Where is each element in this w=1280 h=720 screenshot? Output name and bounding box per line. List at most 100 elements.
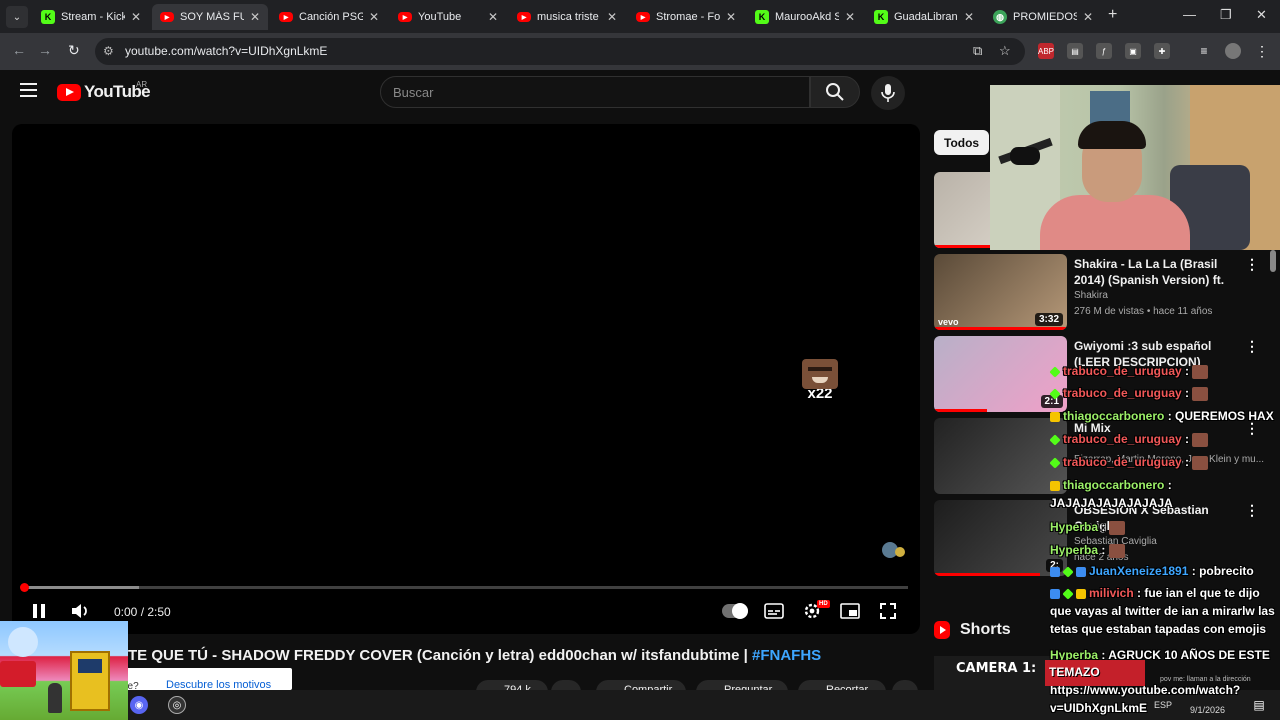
time-display: 0:00 / 2:50 <box>114 605 171 619</box>
tab-title: SOY MÁS FUE <box>180 11 244 23</box>
browser-tab[interactable]: ▶ Stromae - For ✕ <box>628 4 744 30</box>
chat-badge-icon <box>1050 480 1060 491</box>
chat-emote-icon <box>1192 455 1209 470</box>
tab-close-icon[interactable]: ✕ <box>1083 10 1093 24</box>
webcam-person-hair <box>1078 121 1146 149</box>
chat-badge-icon <box>1050 588 1060 599</box>
tab-close-icon[interactable]: ✕ <box>607 10 617 24</box>
reload-icon[interactable]: ↻ <box>68 42 80 59</box>
chat-badge-icon <box>1049 366 1061 378</box>
chat-text: https://www.youtube.com/watch?v=UIDhXgnL… <box>1050 683 1241 715</box>
chat-badge-icon <box>1062 588 1074 600</box>
chat-emote-icon <box>1192 432 1209 447</box>
close-window-button[interactable]: ✕ <box>1256 7 1267 23</box>
youtube-logo[interactable]: YouTube AR <box>57 80 151 102</box>
chat-message: trabuco_de_uruguay : <box>1049 384 1280 402</box>
extension-icon[interactable]: ƒ <box>1096 43 1112 59</box>
tab-title: Stromae - For <box>656 11 720 23</box>
browser-tab[interactable]: K Stream - Kick ✕ <box>33 4 149 30</box>
tab-close-icon[interactable]: ✕ <box>131 10 141 24</box>
recommendation-thumbnail[interactable]: 2: <box>934 500 1067 576</box>
kick-favicon-icon: K <box>755 10 769 24</box>
tab-close-icon[interactable]: ✕ <box>964 10 974 24</box>
subtitles-button[interactable] <box>764 602 784 620</box>
kick-favicon-icon: K <box>41 10 55 24</box>
bookmark-star-icon[interactable]: ☆ <box>999 43 1011 59</box>
sidebar-scrollbar[interactable] <box>1270 250 1276 272</box>
chat-emote-box: TEMAZO <box>1045 660 1145 686</box>
tab-close-icon[interactable]: ✕ <box>845 10 855 24</box>
search-button[interactable] <box>810 76 860 108</box>
video-hashtag[interactable]: #FNAFHS <box>752 647 821 664</box>
volume-button[interactable] <box>70 602 90 620</box>
chat-badge-icon <box>1049 388 1061 400</box>
site-info-icon[interactable]: ⚙ <box>103 44 114 58</box>
corner-emote-icon <box>882 542 905 558</box>
tab-title: MaurooAkd St <box>775 11 839 23</box>
pause-button[interactable] <box>30 602 48 620</box>
tab-title: Canción PSG v <box>299 11 363 23</box>
forward-icon[interactable]: → <box>38 42 52 58</box>
extension-icon[interactable]: ▣ <box>1125 43 1141 59</box>
progress-bar[interactable] <box>24 586 908 589</box>
extensions-puzzle-icon[interactable]: ✚ <box>1154 43 1170 59</box>
vevo-logo: vevo <box>938 317 959 327</box>
recommendation-item[interactable]: 3:32 vevo Shakira - La La La (Brasil 2014)… <box>934 254 1274 330</box>
browser-menu-icon[interactable]: ⋮ <box>1254 43 1270 59</box>
tab-close-icon[interactable]: ✕ <box>488 10 498 24</box>
webcam-person-body <box>1040 195 1190 250</box>
install-app-icon[interactable]: ⧉ <box>973 43 982 59</box>
more-options-icon[interactable]: ⋮ <box>1245 256 1259 273</box>
autoplay-toggle[interactable] <box>722 603 748 619</box>
recommendation-thumbnail[interactable] <box>934 418 1067 494</box>
menu-icon[interactable] <box>20 83 37 97</box>
adblock-extension-icon[interactable]: ABP <box>1038 43 1054 59</box>
video-player[interactable]: x22 0:00 / 2:50 HD <box>12 124 920 634</box>
tab-close-icon[interactable]: ✕ <box>250 10 260 24</box>
browser-tab[interactable]: ◍ PROMIEDOS - ✕ <box>985 4 1101 30</box>
miniplayer-button[interactable] <box>840 602 860 620</box>
chip-todos[interactable]: Todos <box>934 130 990 155</box>
address-bar[interactable]: ⚙ youtube.com/watch?v=UIDhXgnLkmE ⧉ ☆ <box>95 38 1025 65</box>
tab-search-button[interactable]: ⌄ <box>6 6 28 28</box>
recommendation-meta: 276 M de vistas • hace 11 años <box>1074 306 1213 317</box>
more-options-icon[interactable]: ⋮ <box>1245 338 1259 355</box>
browser-tab[interactable]: K MaurooAkd St ✕ <box>747 4 863 30</box>
recommendation-channel: Shakira <box>1074 290 1108 301</box>
chat-badge-icon <box>1049 457 1061 469</box>
browser-tab[interactable]: ▶ SOY MÁS FUE ✕ <box>152 4 268 30</box>
obs-icon[interactable]: ◎ <box>168 696 186 714</box>
fullscreen-button[interactable] <box>878 602 898 620</box>
profile-avatar[interactable] <box>1225 43 1241 59</box>
address-url[interactable]: youtube.com/watch?v=UIDhXgnLkmE <box>125 44 327 58</box>
recommendation-thumbnail[interactable]: 2:1 <box>934 336 1067 412</box>
discord-icon[interactable]: ◉ <box>130 696 148 714</box>
browser-tab[interactable]: ▶ musica triste - ✕ <box>509 4 625 30</box>
browser-tab-bar: ⌄ K Stream - Kick ✕ ▶ SOY MÁS FUE ✕ ▶ Canción P… <box>0 0 1280 33</box>
new-tab-button[interactable]: + <box>1108 6 1117 24</box>
chat-text: : pobrecito <box>1188 564 1254 578</box>
chat-emote-icon <box>1192 364 1209 379</box>
restore-button[interactable]: ❐ <box>1220 7 1232 23</box>
voice-search-button[interactable] <box>871 76 905 110</box>
recommendation-thumbnail[interactable]: 3:32 vevo <box>934 254 1067 330</box>
search-input[interactable] <box>381 77 809 107</box>
chat-message: trabuco_de_uruguay : <box>1049 362 1280 380</box>
chat-text: : <box>1181 432 1193 446</box>
tab-title: GuadaLibrand <box>894 11 958 23</box>
extension-icon[interactable]: ▤ <box>1067 43 1083 59</box>
tab-close-icon[interactable]: ✕ <box>369 10 379 24</box>
minimize-button[interactable]: — <box>1183 7 1196 22</box>
chat-message: milivich : fue ian el que te dijo que va… <box>1050 584 1280 638</box>
back-icon[interactable]: ← <box>12 42 26 58</box>
chat-badge-icon <box>1076 588 1086 599</box>
progress-scrubber[interactable] <box>20 583 29 592</box>
tab-close-icon[interactable]: ✕ <box>726 10 736 24</box>
chat-username: trabuco_de_uruguay <box>1063 386 1182 400</box>
media-control-icon[interactable]: ≡ <box>1196 43 1212 59</box>
chat-message: trabuco_de_uruguay : <box>1049 453 1280 471</box>
browser-tab[interactable]: ▶ YouTube ✕ <box>390 4 506 30</box>
browser-tab[interactable]: ▶ Canción PSG v ✕ <box>271 4 387 30</box>
browser-tab[interactable]: K GuadaLibrand ✕ <box>866 4 982 30</box>
recommendation-title[interactable]: Shakira - La La La (Brasil 2014) (Spanis… <box>1074 256 1249 288</box>
